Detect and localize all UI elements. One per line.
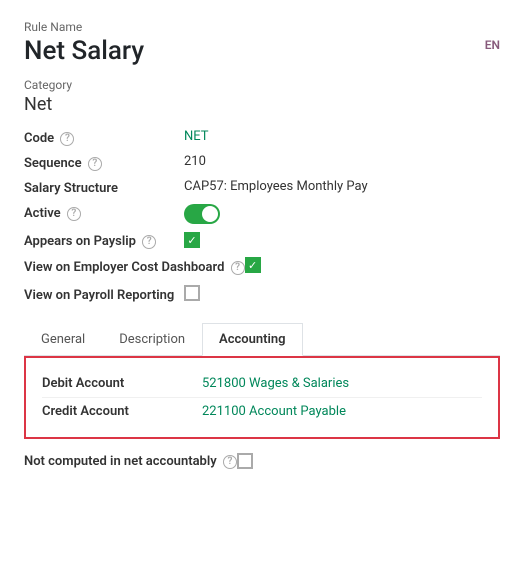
field-appears-on-payslip: Appears on Payslip ?: [24, 232, 500, 249]
accounting-section: Debit Account 521800 Wages & Salaries Cr…: [24, 356, 500, 439]
field-payroll-reporting: View on Payroll Reporting: [24, 285, 500, 305]
help-icon-code[interactable]: ?: [60, 132, 74, 146]
not-computed-field: Not computed in net accountably ?: [24, 453, 500, 471]
credit-account-label: Credit Account: [42, 404, 202, 419]
field-salary-structure-value: CAP57: Employees Monthly Pay: [184, 179, 368, 194]
employer-cost-checkbox[interactable]: [245, 257, 261, 273]
active-toggle[interactable]: [184, 204, 220, 224]
not-computed-label: Not computed in net accountably ?: [24, 453, 237, 471]
category-label: Category: [24, 78, 500, 92]
debit-account-value[interactable]: 521800 Wages & Salaries: [202, 376, 349, 391]
field-code-label: Code ?: [24, 129, 184, 146]
credit-account-value[interactable]: 221100 Account Payable: [202, 404, 346, 419]
help-icon-active[interactable]: ?: [67, 207, 81, 221]
field-appears-on-payslip-label: Appears on Payslip ?: [24, 232, 184, 249]
field-employer-cost: View on Employer Cost Dashboard ?: [24, 257, 500, 277]
help-icon-not-computed[interactable]: ?: [223, 455, 237, 469]
en-badge[interactable]: EN: [485, 38, 500, 52]
bottom-section: Not computed in net accountably ?: [24, 453, 500, 471]
help-icon-employer-cost[interactable]: ?: [231, 261, 245, 275]
field-sequence-value: 210: [184, 154, 206, 169]
not-computed-checkbox[interactable]: [237, 453, 253, 469]
debit-account-label: Debit Account: [42, 376, 202, 391]
field-active-label: Active ?: [24, 204, 184, 221]
payroll-reporting-checkbox[interactable]: [184, 285, 200, 301]
rule-name-label: Rule Name: [24, 20, 500, 34]
field-sequence: Sequence ? 210: [24, 154, 500, 171]
field-salary-structure: Salary Structure CAP57: Employees Monthl…: [24, 179, 500, 196]
field-code-value: NET: [184, 129, 209, 144]
tab-general[interactable]: General: [24, 323, 102, 356]
help-icon-sequence[interactable]: ?: [88, 157, 102, 171]
field-active: Active ?: [24, 204, 500, 224]
field-sequence-label: Sequence ?: [24, 154, 184, 171]
credit-account-row: Credit Account 221100 Account Payable: [42, 398, 482, 425]
debit-account-row: Debit Account 521800 Wages & Salaries: [42, 370, 482, 398]
help-icon-payslip[interactable]: ?: [142, 235, 156, 249]
tab-description[interactable]: Description: [102, 323, 202, 356]
field-code: Code ? NET: [24, 129, 500, 146]
tabs-container: General Description Accounting: [24, 323, 500, 356]
field-salary-structure-label: Salary Structure: [24, 179, 184, 196]
appears-on-payslip-checkbox[interactable]: [184, 232, 200, 248]
tab-accounting[interactable]: Accounting: [202, 323, 303, 356]
rule-name-title: Net Salary: [24, 36, 500, 66]
category-value: Net: [24, 94, 500, 115]
field-payroll-reporting-label: View on Payroll Reporting: [24, 285, 184, 305]
field-employer-cost-label: View on Employer Cost Dashboard ?: [24, 257, 245, 277]
